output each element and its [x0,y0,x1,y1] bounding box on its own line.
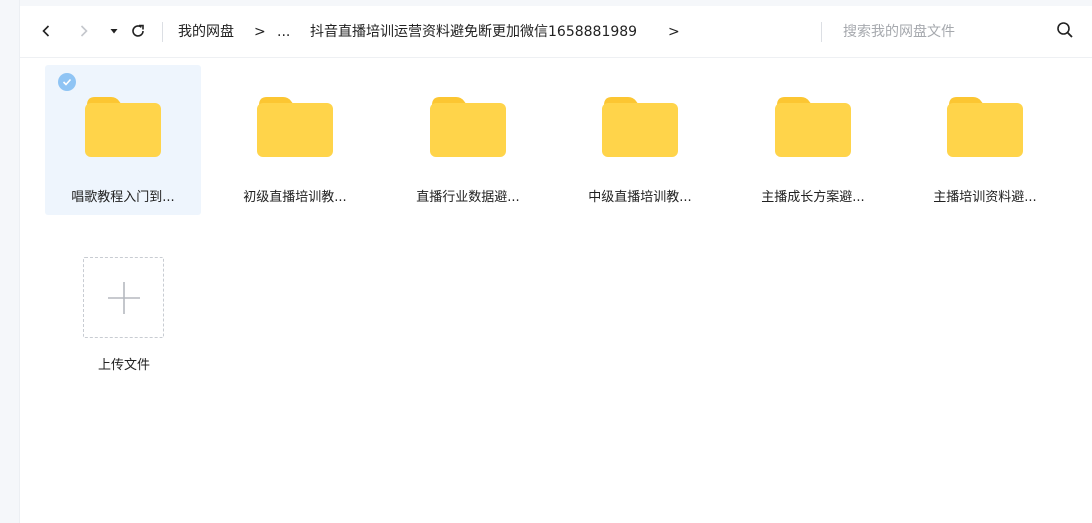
forward-button[interactable] [73,20,95,42]
folder-name: 中级直播培训教... [588,190,692,205]
upload-file-button[interactable] [83,257,164,338]
chevron-left-icon [42,25,50,37]
folder-item[interactable]: 直播行业数据避... [390,65,546,215]
search-input[interactable] [843,20,1053,44]
toolbar: 我的网盘 > ... 抖音直播培训运营资料避免断更加微信1658881989 > [20,6,1092,58]
search-button[interactable] [1056,21,1076,41]
folder-item[interactable]: 主播培训资料避... [907,65,1063,215]
refresh-icon [132,24,144,37]
folder-name: 初级直播培训教... [243,190,347,205]
folder-name: 直播行业数据避... [416,190,520,205]
folder-icon [602,95,678,157]
folder-name: 唱歌教程入门到... [71,190,175,205]
folder-item[interactable]: 主播成长方案避... [735,65,891,215]
breadcrumb-current[interactable]: 抖音直播培训运营资料避免断更加微信1658881989 [310,22,637,42]
search-icon [1057,22,1073,38]
breadcrumb-separator: > [254,24,266,40]
folder-icon [775,95,851,157]
history-dropdown-button[interactable] [103,20,125,42]
search-divider [821,22,822,42]
folder-name: 主播培训资料避... [933,190,1037,205]
check-circle-icon[interactable] [58,73,76,91]
breadcrumb-root[interactable]: 我的网盘 [178,22,234,42]
folder-icon [85,95,161,157]
back-button[interactable] [35,20,57,42]
breadcrumb-separator: > [668,24,680,40]
left-sidebar-strip [0,0,20,523]
folder-icon [257,95,333,157]
folder-name: 主播成长方案避... [761,190,865,205]
refresh-button[interactable] [127,20,149,42]
folder-icon [947,95,1023,157]
toolbar-divider [162,22,163,42]
upload-file-label: 上传文件 [97,358,150,373]
folder-icon [430,95,506,157]
folder-item[interactable]: 初级直播培训教... [217,65,373,215]
folder-item[interactable]: 唱歌教程入门到... [45,65,201,215]
plus-icon [107,281,140,314]
chevron-right-icon [80,25,88,37]
breadcrumb-ellipsis[interactable]: ... [277,22,290,42]
folder-item[interactable]: 中级直播培训教... [562,65,718,215]
caret-down-icon [110,29,118,34]
